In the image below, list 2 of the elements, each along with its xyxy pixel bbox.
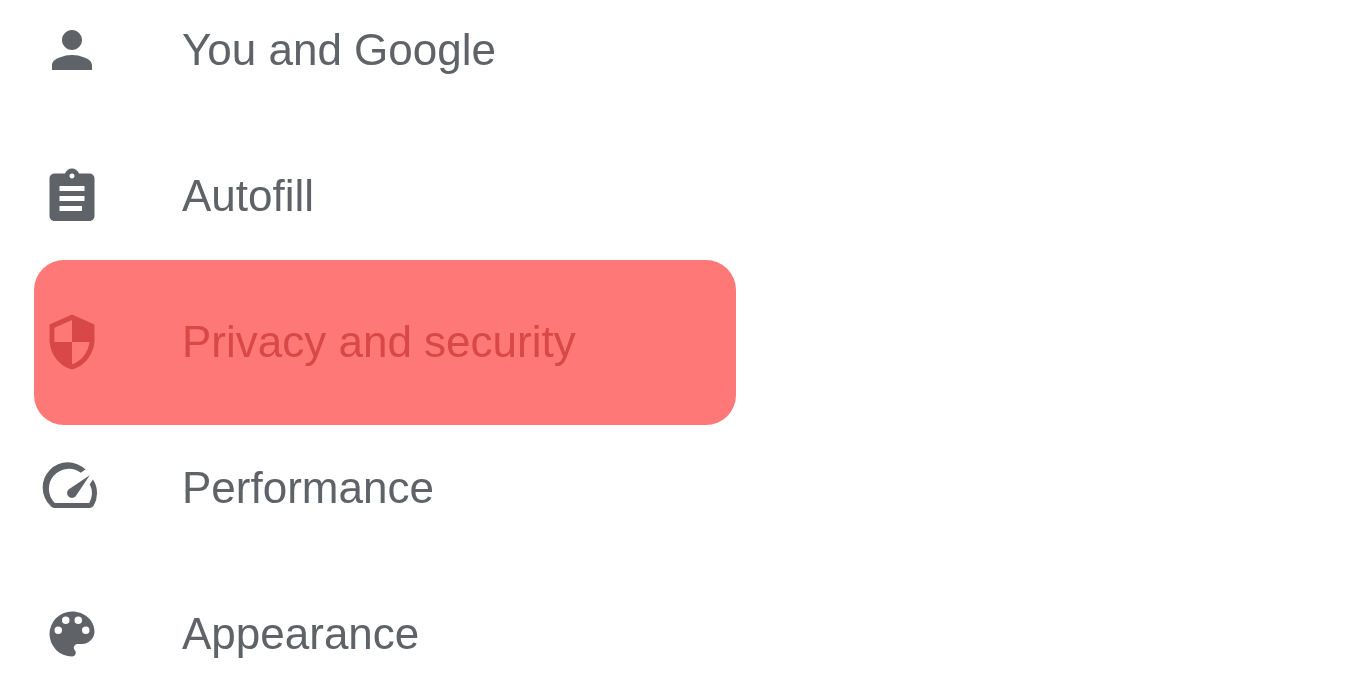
menu-item[interactable]: Appearance xyxy=(34,561,736,682)
menu-item[interactable]: You and Google xyxy=(34,0,736,123)
